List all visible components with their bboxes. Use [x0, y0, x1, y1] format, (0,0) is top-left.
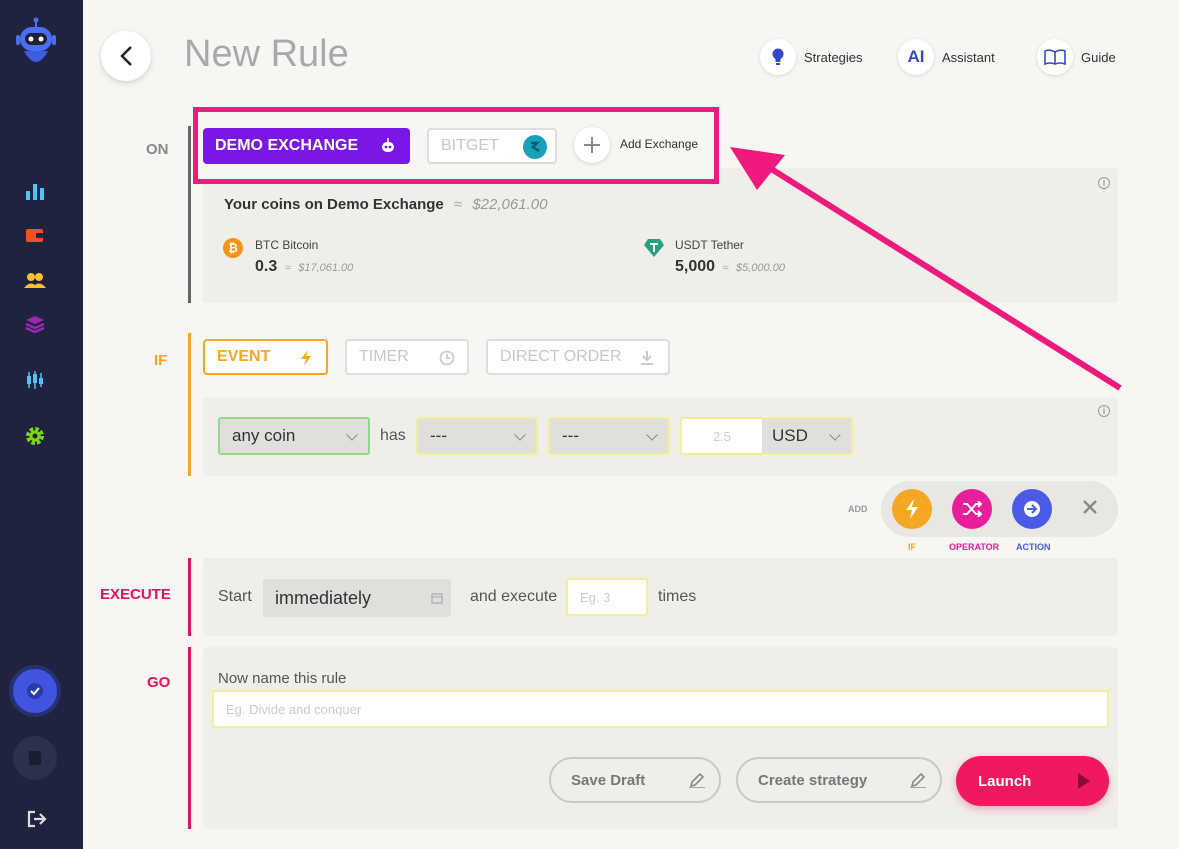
bitget-logo-icon: [523, 135, 547, 159]
add-label: ADD: [848, 504, 868, 514]
users-icon[interactable]: [22, 269, 48, 291]
guide-label: Guide: [1081, 49, 1116, 65]
info-icon[interactable]: i: [1098, 405, 1110, 417]
lightning-icon: [906, 499, 918, 519]
candlestick-icon[interactable]: [22, 369, 48, 391]
times-label: times: [658, 588, 697, 605]
settings-gear-icon[interactable]: [22, 425, 48, 447]
plus-icon: [584, 137, 600, 153]
notebook-icon[interactable]: [13, 736, 57, 780]
name-rule-label: Now name this rule: [218, 670, 347, 687]
add-if-label: IF: [908, 542, 916, 552]
pencil-icon: [910, 772, 926, 788]
operator-select[interactable]: ---: [548, 417, 670, 455]
add-action-label: ACTION: [1016, 542, 1051, 552]
coin-amount-row: 0.3 ≈ $17,061.00: [255, 258, 354, 275]
section-label-on: ON: [146, 141, 169, 158]
section-bar-go: [188, 647, 191, 829]
currency-select[interactable]: USD: [762, 419, 851, 453]
bar-chart-icon[interactable]: [22, 180, 48, 202]
wallet-icon[interactable]: [22, 224, 48, 246]
chevron-left-icon: [120, 46, 132, 66]
arrow-circle-right-icon: [1024, 501, 1040, 517]
coins-heading: Your coins on Demo Exchange: [224, 196, 444, 213]
assistant-label: Assistant: [942, 49, 995, 65]
rule-name-input[interactable]: Eg. Divide and conquer: [212, 690, 1109, 728]
add-exchange-button[interactable]: [574, 127, 610, 163]
chevron-down-icon: [829, 429, 841, 441]
chevron-down-icon: [646, 429, 658, 441]
page-title: New Rule: [184, 33, 349, 75]
section-label-execute: EXECUTE: [100, 586, 171, 603]
section-bar-on: [188, 126, 191, 303]
book-icon: [1037, 39, 1073, 75]
start-when-select[interactable]: immediately: [263, 579, 451, 617]
add-action-button[interactable]: [1012, 489, 1052, 529]
and-execute-label: and execute: [470, 588, 558, 605]
times-input[interactable]: Eg. 3: [566, 578, 648, 616]
create-strategy-button[interactable]: Create strategy: [736, 757, 942, 803]
start-label: Start: [218, 588, 252, 605]
direct-order-tab[interactable]: DIRECT ORDER: [486, 339, 670, 375]
play-icon: [1078, 773, 1090, 789]
save-draft-button[interactable]: Save Draft: [549, 757, 721, 803]
amount-group: 2.5 USD: [680, 417, 853, 455]
coin-select[interactable]: any coin: [218, 417, 370, 455]
robot-logo-icon[interactable]: [16, 17, 56, 71]
close-icon[interactable]: [1082, 499, 1098, 520]
demo-exchange-button[interactable]: DEMO EXCHANGE: [203, 128, 410, 164]
ai-icon: AI: [898, 39, 934, 75]
robot-badge-icon: [382, 138, 394, 152]
sidebar: [0, 0, 83, 849]
guide-link[interactable]: Guide: [1037, 39, 1116, 75]
section-bar-execute: [188, 558, 191, 636]
lightbulb-icon: [760, 39, 796, 75]
section-bar-if: [188, 333, 191, 476]
condition-field-select[interactable]: ---: [416, 417, 538, 455]
lightning-icon: [301, 350, 311, 366]
chevron-down-icon: [346, 429, 358, 441]
add-operator-label: OPERATOR: [949, 542, 1000, 552]
layers-icon[interactable]: [22, 313, 48, 335]
event-tab[interactable]: EVENT: [203, 339, 328, 375]
section-label-if: IF: [154, 352, 168, 369]
pencil-icon: [689, 772, 705, 788]
calendar-icon: [431, 593, 443, 604]
timer-tab[interactable]: TIMER: [345, 339, 469, 375]
coins-total: $22,061.00: [472, 196, 548, 213]
back-button[interactable]: [101, 31, 151, 81]
assistant-link[interactable]: AI Assistant: [898, 39, 995, 75]
section-label-go: GO: [147, 674, 171, 691]
bitget-exchange-button[interactable]: BITGET: [427, 128, 557, 164]
approved-badge-icon[interactable]: [13, 669, 57, 713]
strategies-label: Strategies: [804, 49, 863, 65]
add-if-button[interactable]: [892, 489, 932, 529]
annotation-arrow: [730, 147, 1122, 391]
bitcoin-icon: ₿: [223, 238, 243, 258]
add-exchange-label[interactable]: Add Exchange: [620, 137, 698, 151]
shuffle-icon: [963, 501, 982, 517]
clock-icon: [439, 350, 455, 366]
chevron-down-icon: [514, 429, 526, 441]
strategies-link[interactable]: Strategies: [760, 39, 863, 75]
logout-icon[interactable]: [27, 810, 47, 833]
tether-icon: [643, 238, 665, 263]
coins-heading-row: Your coins on Demo Exchange ≈ $22,061.00: [224, 196, 548, 213]
coin-name: BTC Bitcoin: [255, 238, 319, 252]
launch-button[interactable]: Launch: [956, 756, 1109, 806]
add-operator-button[interactable]: [952, 489, 992, 529]
has-label: has: [380, 427, 406, 444]
amount-input[interactable]: 2.5: [682, 419, 762, 453]
download-icon: [641, 351, 653, 365]
